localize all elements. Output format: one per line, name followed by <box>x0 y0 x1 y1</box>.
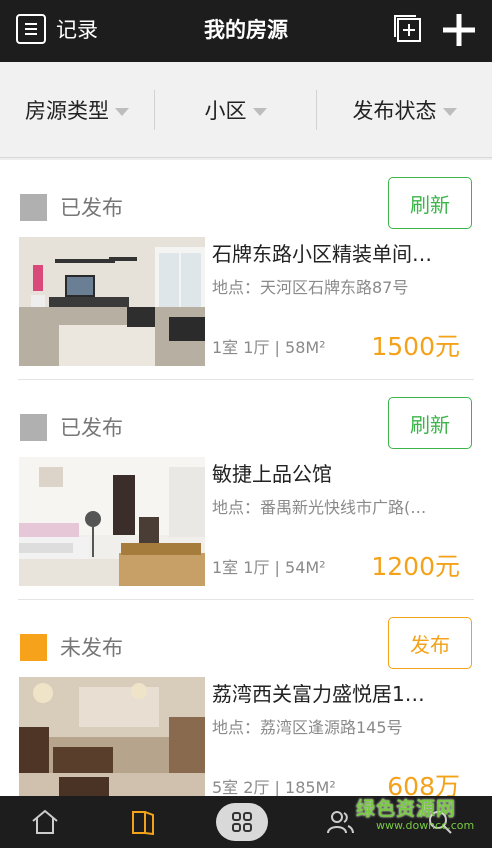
status-square-icon <box>20 193 47 221</box>
status-square-icon <box>20 413 47 441</box>
watermark: 绿色资源网 www.downcc.com <box>356 794 474 832</box>
plus-icon[interactable] <box>441 12 477 48</box>
users-icon[interactable] <box>320 796 360 848</box>
filter-status[interactable]: 发布状态 <box>317 62 492 158</box>
listing-photo <box>19 677 205 796</box>
filter-community[interactable]: 小区 <box>155 62 316 158</box>
grid-icon <box>216 803 268 841</box>
filter-bar: 房源类型 小区 发布状态 <box>0 62 492 158</box>
listing-photo <box>19 237 205 366</box>
status-label: 已发布 <box>60 196 123 220</box>
listing-price: 1200元 <box>371 552 460 581</box>
listing-address: 地点：荔湾区逢源路145号 <box>212 718 403 737</box>
listing-card[interactable]: 未发布 发布 荔湾西关富力盛悦居1… 地点：荔湾区逢源路145号 5室 2厅 |… <box>0 600 492 796</box>
status-indicator: 已发布 <box>20 412 123 442</box>
watermark-url: www.downcc.com <box>376 819 475 832</box>
status-indicator: 未发布 <box>20 632 123 662</box>
listing-title: 敏捷上品公馆 <box>212 462 332 486</box>
status-label: 已发布 <box>60 416 123 440</box>
listing-title: 荔湾西关富力盛悦居1… <box>212 682 425 706</box>
refresh-button[interactable]: 刷新 <box>388 177 472 229</box>
listing-title: 石牌东路小区精装单间… <box>212 242 432 266</box>
listing-card[interactable]: 已发布 刷新 石牌东路小区精装单间… 地点：天河区石牌东路87号 1室 1厅 |… <box>0 160 492 380</box>
publish-button[interactable]: 发布 <box>388 617 472 669</box>
listing-address: 地点：天河区石牌东路87号 <box>212 278 409 297</box>
filter-type[interactable]: 房源类型 <box>0 62 154 158</box>
listing-price: 1500元 <box>371 332 460 361</box>
listing-price: 608万 <box>387 772 460 796</box>
status-label: 未发布 <box>60 636 123 660</box>
book-icon[interactable] <box>118 796 168 848</box>
caret-down-icon <box>442 108 457 116</box>
listing-card[interactable]: 已发布 刷新 敏捷上品公馆 地点：番禺新光快线市广路(… 1室 1厅 | 54M… <box>0 380 492 600</box>
filter-community-label: 小区 <box>204 99 247 123</box>
add-copy-icon[interactable] <box>393 14 423 44</box>
status-square-icon <box>20 633 47 661</box>
home-icon[interactable] <box>20 796 70 848</box>
listing-address: 地点：番禺新光快线市广路(… <box>212 498 427 517</box>
filter-status-label: 发布状态 <box>352 99 437 123</box>
listing-spec: 5室 2厅 | 185M² <box>212 778 336 796</box>
caret-down-icon <box>252 108 267 116</box>
grid-menu-button[interactable] <box>215 796 269 848</box>
refresh-button[interactable]: 刷新 <box>388 397 472 449</box>
status-indicator: 已发布 <box>20 192 123 222</box>
caret-down-icon <box>115 108 129 116</box>
listing-photo <box>19 457 205 586</box>
watermark-title: 绿色资源网 <box>356 798 457 820</box>
top-bar: 记录 我的房源 <box>0 0 492 62</box>
filter-type-label: 房源类型 <box>25 99 109 123</box>
listing-list: 已发布 刷新 石牌东路小区精装单间… 地点：天河区石牌东路87号 1室 1厅 |… <box>0 160 492 796</box>
listing-spec: 1室 1厅 | 54M² <box>212 558 326 577</box>
listing-spec: 1室 1厅 | 58M² <box>212 338 326 357</box>
